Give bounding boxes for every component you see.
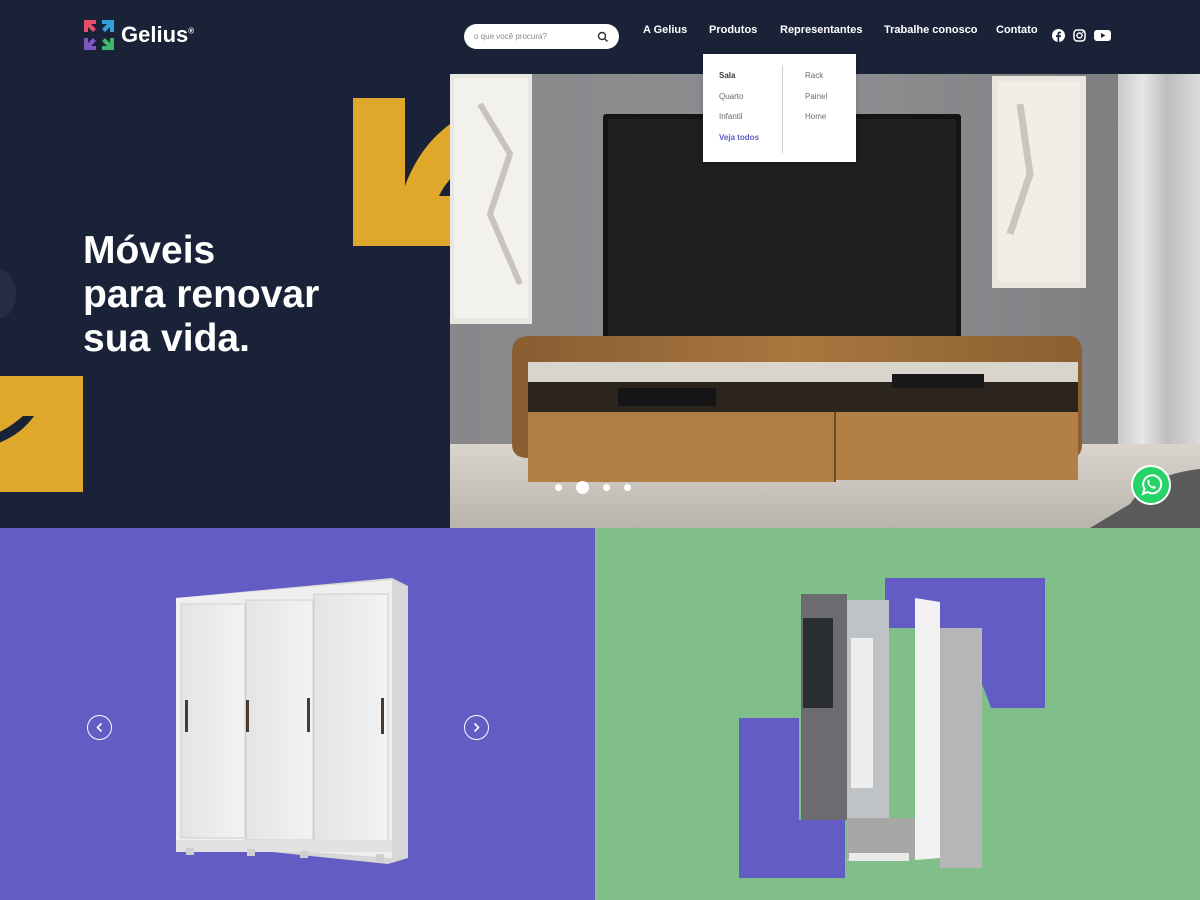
slider-dot-active[interactable] [576,481,589,494]
dropdown-item-painel[interactable]: Painel [805,92,827,113]
dropdown-item-veja-todos[interactable]: Veja todos [719,133,759,154]
nav-a-gelius[interactable]: A Gelius [643,24,687,36]
search-bar[interactable] [464,24,619,49]
arrow-graphic-bottom-icon [0,376,83,492]
hero-title: Móveis para renovar sua vida. [83,229,319,361]
slider-prev-edge[interactable] [0,269,16,319]
nav-representantes[interactable]: Representantes [780,24,863,36]
site-header: Gelius® A Gelius Produtos Representantes… [0,0,1200,74]
wardrobe-product-image [176,578,408,864]
hero-title-line: para renovar [83,273,320,316]
slider-dot[interactable] [624,484,631,491]
hero-text-panel: Móveis para renovar sua vida. [0,74,450,528]
whatsapp-icon[interactable] [1131,465,1171,505]
product-feature-panel [595,528,1200,900]
facebook-icon[interactable] [1052,29,1065,42]
hero-slider-dots [555,481,631,494]
slider-dot[interactable] [555,484,562,491]
social-links [1052,29,1111,42]
instagram-icon[interactable] [1073,29,1086,42]
logo-mark-icon [84,20,114,50]
carousel-next-button[interactable] [464,715,489,740]
dropdown-item-infantil[interactable]: Infantil [719,112,759,133]
chevron-right-icon [473,722,480,733]
search-input[interactable] [474,32,597,41]
dropdown-item-sala[interactable]: Sala [719,71,759,92]
dropdown-item-quarto[interactable]: Quarto [719,92,759,113]
search-icon[interactable] [597,31,609,43]
nav-contato[interactable]: Contato [996,24,1038,36]
dropdown-divider [782,65,783,153]
chevron-left-icon [96,722,103,733]
hero-title-line: Móveis [83,229,216,272]
mirror-wardrobe-image [739,578,1045,878]
youtube-icon[interactable] [1094,29,1111,42]
product-carousel-panel [0,528,595,900]
slider-dot[interactable] [603,484,610,491]
nav-produtos[interactable]: Produtos [709,24,757,36]
dropdown-item-home[interactable]: Home [805,112,827,133]
hero-title-line: sua vida. [83,317,250,360]
dropdown-item-rack[interactable]: Rack [805,71,827,92]
dropdown-column-1: Sala Quarto Infantil Veja todos [719,71,759,153]
arrow-graphic-top-icon [353,98,450,246]
logo-text: Gelius® [121,22,195,47]
logo[interactable]: Gelius® [83,19,194,51]
produtos-dropdown-menu: Sala Quarto Infantil Veja todos Rack Pai… [703,54,856,162]
carousel-prev-button[interactable] [87,715,112,740]
dropdown-column-2: Rack Painel Home [805,71,827,133]
nav-trabalhe-conosco[interactable]: Trabalhe conosco [884,24,978,36]
